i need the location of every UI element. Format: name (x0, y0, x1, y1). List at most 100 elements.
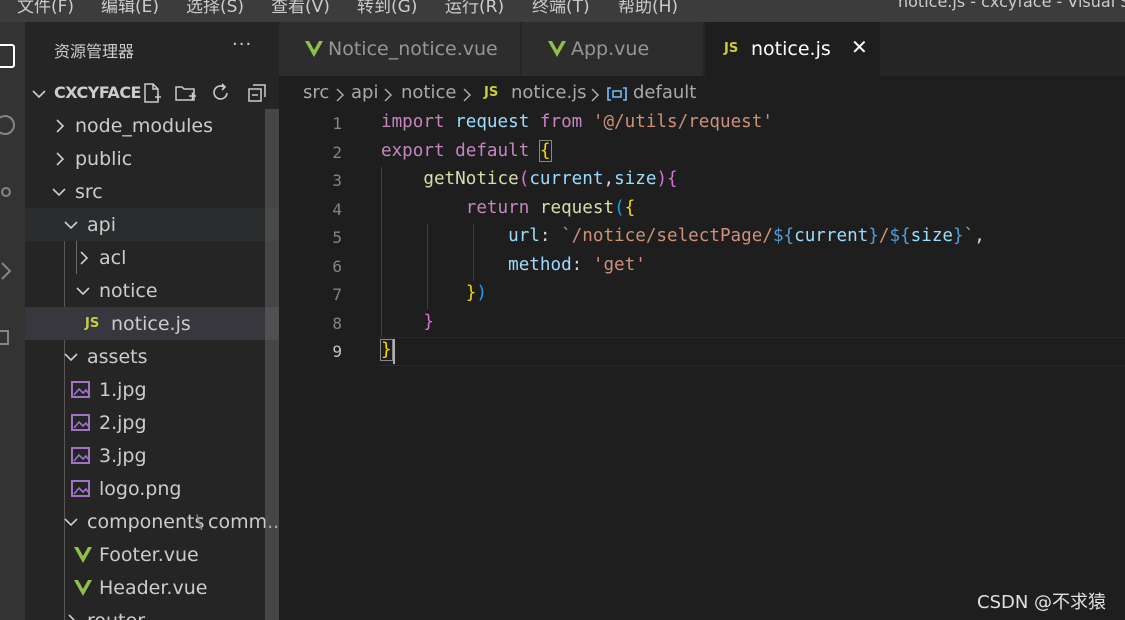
breadcrumb-item[interactable]: notice (401, 82, 456, 103)
line-number: 7 (332, 285, 342, 304)
breadcrumb-item[interactable]: notice.js (511, 82, 587, 103)
explorer-icon[interactable] (0, 42, 22, 72)
tree-item-assets[interactable]: assets (25, 340, 279, 373)
more-actions-button[interactable]: ··· (232, 34, 252, 55)
sidebar-title: 资源管理器 (54, 42, 135, 61)
code-line: export default { (381, 140, 552, 162)
code-token: '@/utils/request' (592, 112, 773, 132)
vscode-window: 文件(F) 编辑(E) 选择(S) 查看(V) 转到(G) 运行(R) 终端(T… (0, 0, 1125, 620)
code-token: 'get' (592, 255, 646, 275)
tree-item-2-jpg[interactable]: 2.jpg (25, 406, 279, 439)
menu-help[interactable]: 帮助(H) (618, 0, 678, 17)
code-token: method (508, 255, 572, 275)
tree-item-label: Footer.vue (99, 544, 199, 566)
tree-item-label: src (75, 181, 103, 203)
code-token: import (381, 112, 445, 132)
code-line: method: 'get' (381, 255, 646, 275)
breadcrumb-item[interactable]: default (633, 82, 696, 103)
tree-item-footer-vue[interactable]: Footer.vue (25, 538, 279, 571)
search-icon[interactable] (0, 112, 22, 142)
image-file-icon (71, 447, 90, 464)
vue-icon (305, 41, 323, 57)
vue-icon (548, 41, 566, 57)
chevron-down-icon (64, 221, 78, 230)
js-icon: JS (724, 41, 739, 56)
tree-item-label: acl (99, 247, 127, 269)
code-token: , (603, 169, 615, 189)
code-token: default (455, 141, 530, 161)
code-token: ( (614, 198, 625, 218)
tree-item-1-jpg[interactable]: 1.jpg (25, 373, 279, 406)
code-token: ${ (772, 226, 795, 246)
refresh-icon[interactable] (210, 82, 232, 104)
tree-item-public[interactable]: public (25, 142, 279, 175)
watermark: CSDN @不求猿 (977, 592, 1107, 613)
tree-item-notice-folder[interactable]: notice (25, 274, 279, 307)
tree-item-api[interactable]: api (25, 208, 279, 241)
chevron-right-icon (591, 88, 600, 102)
code-token: } (380, 339, 393, 361)
run-debug-icon[interactable] (0, 257, 22, 287)
collapse-all-icon[interactable] (246, 82, 268, 104)
chevron-down-icon (64, 518, 78, 527)
code-editor[interactable]: 1 2 3 4 5 6 7 8 9 import request from '@… (279, 109, 1125, 620)
source-control-icon[interactable] (0, 182, 22, 212)
menu-edit[interactable]: 编辑(E) (101, 0, 159, 17)
tree-item-components[interactable]: components \ comm... (25, 505, 279, 538)
extensions-icon[interactable] (0, 324, 22, 354)
menu-run[interactable]: 运行(R) (445, 0, 504, 17)
code-token: ${ (889, 226, 911, 246)
code-line: } (380, 339, 393, 361)
code-token: export (381, 141, 445, 161)
menu-selection[interactable]: 选择(S) (186, 0, 244, 17)
code-token: ` (963, 226, 975, 246)
chevron-right-icon (336, 88, 345, 102)
code-token: { (538, 140, 552, 162)
menu-file[interactable]: 文件(F) (17, 0, 74, 17)
new-file-icon[interactable] (141, 82, 163, 104)
code-token: `/notice/selectPage/ (561, 226, 773, 246)
tree-item-label: 2.jpg (99, 412, 147, 434)
tree-item-label: router (87, 610, 145, 620)
chevron-right-icon (56, 152, 65, 166)
window-title: notice.js - cxcyface - Visual S (898, 0, 1125, 11)
chevron-down-icon (52, 188, 66, 197)
image-file-icon (71, 381, 90, 398)
tree-item-label: node_modules (75, 115, 214, 137)
tree-item-acl[interactable]: acl (25, 241, 279, 274)
editor-group: Notice_notice.vue App.vue JS notice.js ✕… (279, 22, 1125, 620)
tree-item-router[interactable]: router (25, 604, 279, 620)
tab-notice-notice-vue[interactable]: Notice_notice.vue (279, 22, 521, 76)
close-tab-button[interactable]: ✕ (851, 35, 868, 59)
sidebar-scrollbar[interactable] (265, 109, 279, 620)
code-token: size (614, 169, 657, 189)
breadcrumb-item[interactable]: api (351, 82, 378, 103)
tree-item-header-vue[interactable]: Header.vue (25, 571, 279, 604)
tree-item-src[interactable]: src (25, 175, 279, 208)
chevron-right-icon (384, 88, 393, 102)
tree-item-logo-png[interactable]: logo.png (25, 472, 279, 505)
code-token: request (539, 198, 615, 218)
menu-go[interactable]: 转到(G) (357, 0, 417, 17)
menu-view[interactable]: 查看(V) (271, 0, 330, 17)
new-folder-icon[interactable] (174, 82, 198, 104)
code-token: current (794, 226, 869, 246)
breadcrumb-item[interactable]: src (303, 82, 329, 103)
tab-app-vue[interactable]: App.vue (522, 22, 704, 76)
menu-terminal[interactable]: 终端(T) (532, 0, 590, 17)
tab-notice-js[interactable]: JS notice.js ✕ (705, 22, 881, 76)
tree-item-label: assets (87, 346, 148, 368)
project-header[interactable]: CXCYFACE (25, 76, 279, 109)
code-line: getNotice(current,size){ (381, 169, 677, 189)
code-token: current (529, 169, 604, 189)
tree-item-3-jpg[interactable]: 3.jpg (25, 439, 279, 472)
tree-item-node-modules[interactable]: node_modules (25, 109, 279, 142)
tree-item-notice-js[interactable]: JS notice.js (25, 307, 279, 340)
line-number: 2 (332, 143, 342, 162)
code-token: } (953, 226, 964, 246)
